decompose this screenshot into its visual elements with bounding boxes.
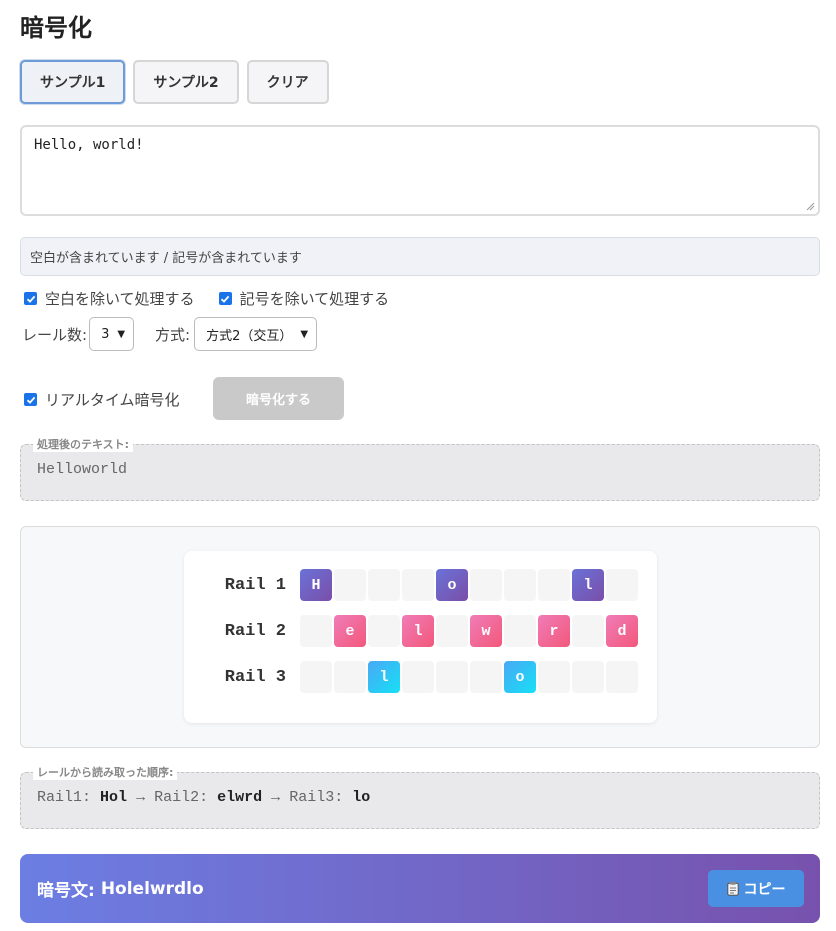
rail-cell-empty — [538, 661, 570, 693]
rail-label: Rail 3 — [224, 667, 286, 687]
rail-cell-empty — [402, 661, 434, 693]
remove-spaces-label: 空白を除いて処理する — [45, 290, 195, 308]
realtime-option[interactable]: リアルタイム暗号化 — [24, 389, 180, 410]
rail-cell-empty — [572, 661, 604, 693]
read-order-legend: レールから読み取った順序: — [33, 764, 178, 780]
page-title: 暗号化 — [20, 14, 92, 42]
rail-cell-filled: e — [334, 615, 366, 647]
clear-button[interactable]: クリア — [246, 60, 329, 104]
settings-row: レール数: 3 ▼ 方式: 方式2（交互） ▼ — [22, 317, 318, 351]
rail-cell-empty — [334, 569, 366, 601]
clipboard-icon — [726, 881, 739, 896]
read-order-rail2-label: Rail2: — [154, 789, 209, 806]
rail-cell-filled: w — [470, 615, 502, 647]
rail-cell-empty — [300, 661, 332, 693]
processed-text-legend: 処理後のテキスト: — [33, 436, 134, 452]
copy-button[interactable]: コピー — [708, 870, 804, 907]
read-order-arrow: → — [271, 789, 281, 806]
ciphertext-result-bar: 暗号文: Holelwrdlo コピー — [20, 854, 820, 923]
remove-spaces-checkbox[interactable] — [24, 292, 37, 305]
method-value: 方式2（交互） — [206, 328, 293, 344]
rail-cell-empty — [504, 569, 536, 601]
rail-cell-filled: l — [368, 661, 400, 693]
chevron-down-icon: ▼ — [300, 328, 309, 340]
encrypt-button[interactable]: 暗号化する — [213, 377, 344, 420]
check-icon — [26, 295, 35, 303]
method-label: 方式: — [155, 325, 191, 344]
check-icon — [220, 295, 230, 303]
remove-symbols-option[interactable]: 記号を除いて処理する — [218, 288, 390, 309]
processed-text: Helloworld — [37, 461, 128, 478]
preprocess-options: 空白を除いて処理する 記号を除いて処理する — [24, 288, 389, 309]
notice-text: 空白が含まれています / 記号が含まれています — [30, 251, 302, 266]
rail-cell-empty — [402, 569, 434, 601]
rail-cell-filled: d — [606, 615, 638, 647]
rail-cell-empty — [470, 661, 502, 693]
realtime-checkbox[interactable] — [24, 393, 37, 406]
remove-symbols-checkbox[interactable] — [218, 292, 232, 305]
realtime-option-row: リアルタイム暗号化 — [24, 389, 180, 410]
chevron-down-icon: ▼ — [117, 328, 126, 340]
read-order-box: レールから読み取った順序: Rail1: Hol → Rail2: elwrd … — [20, 764, 820, 829]
read-order-rail1-value: Hol — [100, 789, 128, 806]
method-select[interactable]: 方式2（交互） ▼ — [194, 317, 318, 351]
rail-cell-empty — [538, 569, 570, 601]
read-order-rail3-value: lo — [352, 789, 371, 806]
rail-cell-empty — [504, 615, 536, 647]
rail-cell-empty — [572, 615, 604, 647]
read-order-text: Rail1: Hol → Rail2: elwrd → Rail3: lo — [37, 789, 370, 806]
read-order-rail3-label: Rail3: — [289, 789, 344, 806]
rail-cell-empty — [368, 569, 400, 601]
rail-visualization-panel: Rail 1 Ho l Rail 2 e l w r d Rail 3lo — [20, 526, 820, 748]
read-order-rail1-label: Rail1: — [37, 789, 92, 806]
rail-grid: Rail 1 Ho l Rail 2 e l w r d Rail 3lo — [184, 551, 657, 723]
realtime-label: リアルタイム暗号化 — [45, 391, 180, 409]
rail-cell-empty — [368, 615, 400, 647]
plaintext-input[interactable]: Hello, world! — [20, 125, 820, 216]
rail-cell-empty — [436, 615, 468, 647]
rail-cell-filled: l — [572, 569, 604, 601]
rail-cell-empty — [606, 569, 638, 601]
rail-cell-filled: o — [436, 569, 468, 601]
rail-count-value: 3 — [101, 326, 110, 342]
rail-count-label: レール数: — [22, 325, 88, 344]
rail-cell-empty — [300, 615, 332, 647]
input-warning-notice: 空白が含まれています / 記号が含まれています — [20, 237, 820, 276]
sample-button-row: サンプル1 サンプル2 クリア — [20, 60, 329, 104]
rail-cell-empty — [606, 661, 638, 693]
rail-label: Rail 1 — [224, 575, 286, 595]
sample2-button[interactable]: サンプル2 — [133, 60, 239, 104]
rail-cell-empty — [470, 569, 502, 601]
ciphertext-label: 暗号文: — [37, 881, 95, 901]
read-order-rail2-value: elwrd — [217, 789, 263, 806]
remove-symbols-label: 記号を除いて処理する — [239, 290, 390, 308]
rail-cell-filled: H — [300, 569, 332, 601]
sample1-button[interactable]: サンプル1 — [20, 60, 126, 104]
rail-cell-filled: l — [402, 615, 434, 647]
rail-cell-filled: r — [538, 615, 570, 647]
rail-label: Rail 2 — [224, 621, 286, 641]
read-order-arrow: → — [136, 789, 146, 806]
rail-cell-filled: o — [504, 661, 536, 693]
plaintext-value: Hello, world! — [34, 137, 144, 153]
ciphertext-result: 暗号文: Holelwrdlo — [37, 854, 204, 923]
copy-button-label: コピー — [743, 881, 786, 898]
processed-text-box: 処理後のテキスト: Helloworld — [20, 436, 820, 501]
check-icon — [26, 396, 35, 404]
remove-spaces-option[interactable]: 空白を除いて処理する — [24, 288, 195, 309]
rail-cell-empty — [436, 661, 468, 693]
resize-grip-icon[interactable] — [806, 202, 815, 211]
rail-cell-empty — [334, 661, 366, 693]
ciphertext-value: Holelwrdlo — [100, 878, 204, 899]
rail-count-select[interactable]: 3 ▼ — [89, 317, 135, 351]
